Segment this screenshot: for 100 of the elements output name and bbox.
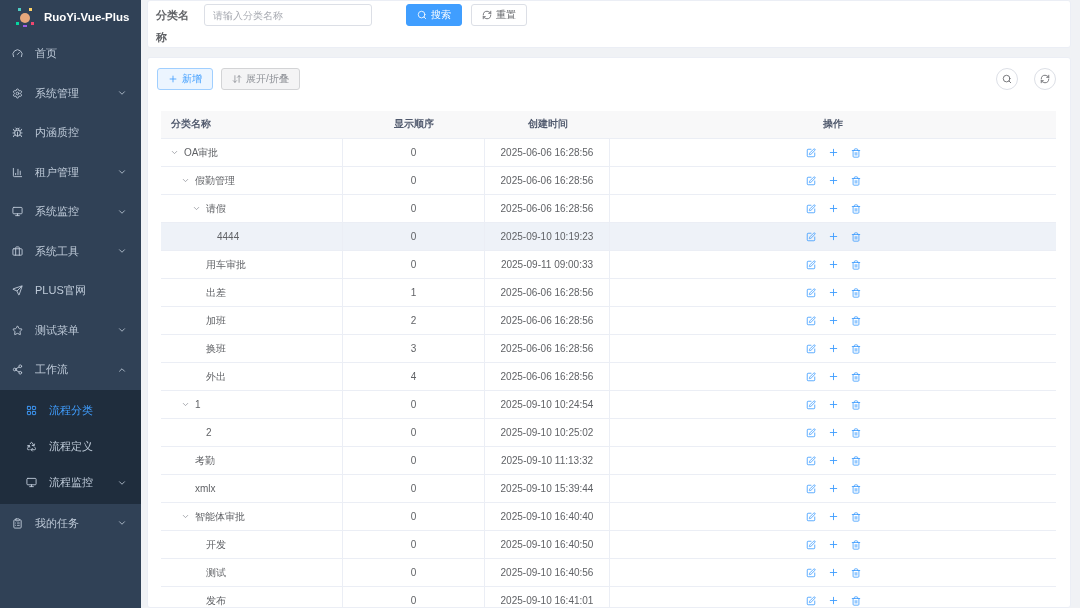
time-cell: 2025-09-10 10:25:02 bbox=[485, 419, 610, 447]
category-name-input[interactable]: 请输入分类名称 bbox=[204, 4, 372, 26]
add-icon[interactable] bbox=[827, 343, 839, 354]
delete-icon[interactable] bbox=[850, 455, 861, 466]
menu-item[interactable]: 首页 bbox=[0, 34, 141, 74]
sort-arrows-icon bbox=[232, 74, 242, 84]
delete-icon[interactable] bbox=[850, 595, 861, 606]
delete-icon[interactable] bbox=[850, 203, 861, 214]
edit-icon[interactable] bbox=[805, 539, 816, 550]
menu-item[interactable]: 我的任务 bbox=[0, 503, 141, 543]
edit-icon[interactable] bbox=[805, 287, 816, 298]
time-cell: 2025-09-10 16:40:40 bbox=[485, 503, 610, 531]
field-label: 分类名称 bbox=[156, 8, 190, 45]
edit-icon[interactable] bbox=[805, 567, 816, 578]
add-icon[interactable] bbox=[827, 287, 839, 298]
refresh-icon bbox=[482, 10, 492, 20]
send-icon bbox=[12, 285, 23, 297]
menu-item[interactable]: 租户管理 bbox=[0, 152, 141, 192]
edit-icon[interactable] bbox=[805, 147, 816, 158]
order-cell: 0 bbox=[343, 251, 485, 279]
order-cell: 3 bbox=[343, 335, 485, 363]
order-cell: 0 bbox=[343, 531, 485, 559]
delete-icon[interactable] bbox=[850, 371, 861, 382]
add-icon[interactable] bbox=[827, 595, 839, 606]
name-cell: 考勤 bbox=[161, 447, 343, 475]
menu-item[interactable]: 系统监控 bbox=[0, 192, 141, 232]
edit-icon[interactable] bbox=[805, 203, 816, 214]
edit-icon[interactable] bbox=[805, 399, 816, 410]
edit-icon[interactable] bbox=[805, 371, 816, 382]
edit-icon[interactable] bbox=[805, 259, 816, 270]
delete-icon[interactable] bbox=[850, 567, 861, 578]
star-icon bbox=[12, 324, 23, 336]
edit-icon[interactable] bbox=[805, 231, 816, 242]
add-icon[interactable] bbox=[827, 315, 839, 326]
menu-item[interactable]: PLUS官网 bbox=[0, 271, 141, 311]
name-cell: 请假 bbox=[161, 195, 343, 223]
add-icon[interactable] bbox=[827, 539, 839, 550]
delete-icon[interactable] bbox=[850, 147, 861, 158]
delete-icon[interactable] bbox=[850, 343, 861, 354]
menu-item[interactable]: 系统工具 bbox=[0, 231, 141, 271]
add-icon[interactable] bbox=[827, 427, 839, 438]
add-icon[interactable] bbox=[827, 231, 839, 242]
add-icon[interactable] bbox=[827, 483, 839, 494]
edit-icon[interactable] bbox=[805, 315, 816, 326]
add-icon[interactable] bbox=[827, 203, 839, 214]
delete-icon[interactable] bbox=[850, 427, 861, 438]
time-cell: 2025-06-06 16:28:56 bbox=[485, 195, 610, 223]
add-icon[interactable] bbox=[827, 147, 839, 158]
time-cell: 2025-09-10 10:19:23 bbox=[485, 223, 610, 251]
add-icon[interactable] bbox=[827, 371, 839, 382]
delete-icon[interactable] bbox=[850, 315, 861, 326]
name-cell: 开发 bbox=[161, 531, 343, 559]
order-cell: 1 bbox=[343, 279, 485, 307]
edit-icon[interactable] bbox=[805, 175, 816, 186]
edit-icon[interactable] bbox=[805, 511, 816, 522]
edit-icon[interactable] bbox=[805, 483, 816, 494]
menu-item[interactable]: 测试菜单 bbox=[0, 310, 141, 350]
add-icon[interactable] bbox=[827, 567, 839, 578]
delete-icon[interactable] bbox=[850, 539, 861, 550]
reset-button[interactable]: 重置 bbox=[471, 4, 527, 26]
time-cell: 2025-09-10 15:39:44 bbox=[485, 475, 610, 503]
column-header: 分类名称 bbox=[161, 111, 343, 139]
clipboard-icon bbox=[12, 517, 23, 529]
delete-icon[interactable] bbox=[850, 175, 861, 186]
search-icon bbox=[1002, 74, 1012, 84]
delete-icon[interactable] bbox=[850, 511, 861, 522]
menu-item[interactable]: 系统管理 bbox=[0, 73, 141, 113]
search-toggle-button[interactable] bbox=[996, 68, 1018, 90]
delete-icon[interactable] bbox=[850, 231, 861, 242]
delete-icon[interactable] bbox=[850, 399, 861, 410]
monitor-icon bbox=[12, 206, 23, 218]
name-cell: 假勤管理 bbox=[161, 167, 343, 195]
time-cell: 2025-06-06 16:28:56 bbox=[485, 363, 610, 391]
order-cell: 0 bbox=[343, 391, 485, 419]
add-icon[interactable] bbox=[827, 175, 839, 186]
edit-icon[interactable] bbox=[805, 455, 816, 466]
name-cell: 智能体审批 bbox=[161, 503, 343, 531]
menu-item[interactable]: 工作流 bbox=[0, 350, 141, 390]
delete-icon[interactable] bbox=[850, 287, 861, 298]
edit-icon[interactable] bbox=[805, 427, 816, 438]
name-cell: 外出 bbox=[161, 363, 343, 391]
delete-icon[interactable] bbox=[850, 259, 861, 270]
grid-icon bbox=[26, 405, 37, 416]
delete-icon[interactable] bbox=[850, 483, 861, 494]
refresh-button[interactable] bbox=[1034, 68, 1056, 90]
time-cell: 2025-06-06 16:28:56 bbox=[485, 167, 610, 195]
add-icon[interactable] bbox=[827, 455, 839, 466]
toolbox-icon bbox=[12, 245, 23, 257]
add-icon[interactable] bbox=[827, 259, 839, 270]
edit-icon[interactable] bbox=[805, 595, 816, 606]
order-cell: 0 bbox=[343, 223, 485, 251]
recycle-icon bbox=[26, 441, 37, 452]
order-cell: 0 bbox=[343, 419, 485, 447]
add-icon[interactable] bbox=[827, 399, 839, 410]
edit-icon[interactable] bbox=[805, 343, 816, 354]
order-cell: 2 bbox=[343, 307, 485, 335]
menu-item[interactable]: 内涵质控 bbox=[0, 113, 141, 153]
add-icon[interactable] bbox=[827, 511, 839, 522]
name-cell: 测试 bbox=[161, 559, 343, 587]
name-cell: 出差 bbox=[161, 279, 343, 307]
